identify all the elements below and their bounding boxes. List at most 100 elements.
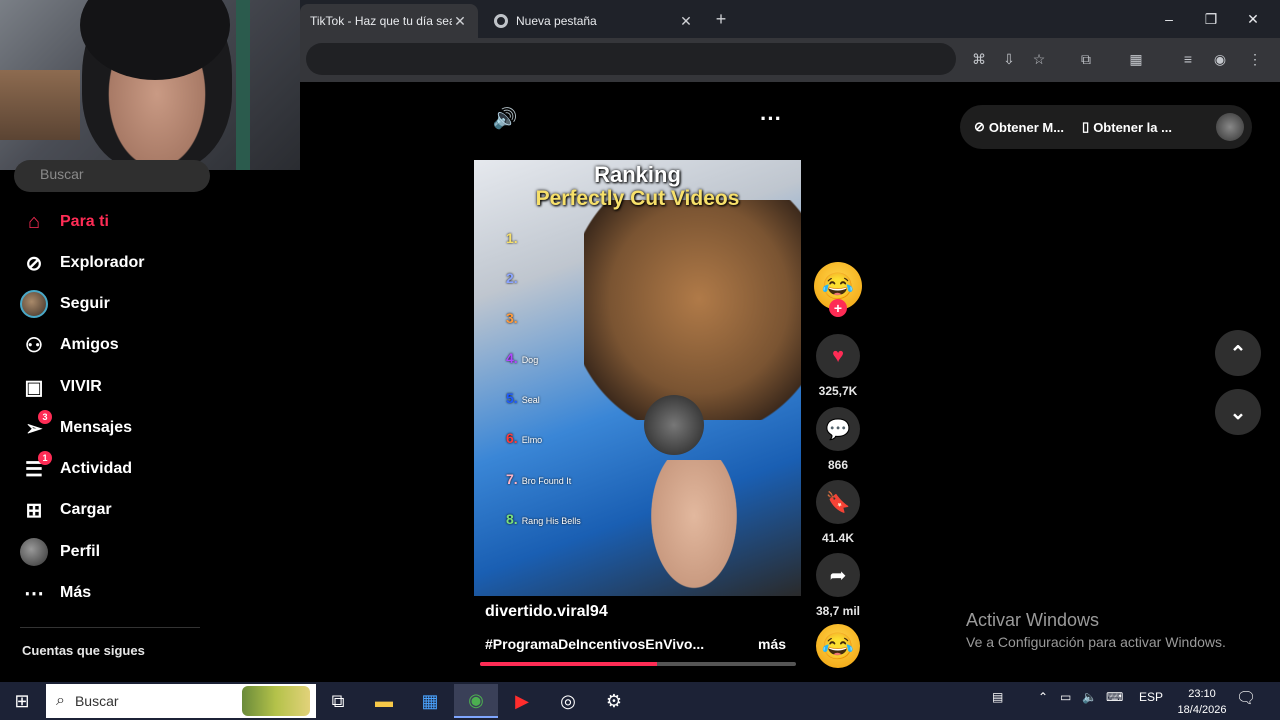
sidebar-item-amigos[interactable]: ⚇ Amigos <box>20 329 119 361</box>
share-button[interactable]: ➦ <box>816 553 860 597</box>
upload-icon: ⊞ <box>25 499 43 522</box>
sidebar-item-label: Cargar <box>60 501 112 518</box>
translate-icon[interactable]: ⌘ <box>968 48 990 70</box>
task-view-icon[interactable]: ⧉ <box>316 684 360 718</box>
chrome-taskbar-icon[interactable]: ◉ <box>454 684 498 718</box>
language-indicator[interactable]: ESP <box>1139 690 1163 704</box>
settings-gear-icon[interactable]: ⚙ <box>592 684 636 718</box>
bookmark-star-icon[interactable]: ☆ <box>1028 48 1050 70</box>
tab-tiktok[interactable]: TikTok - Haz que tu día sea e ✕ <box>300 4 478 38</box>
search-highlight-image <box>242 686 310 716</box>
youtube-icon[interactable]: ▶ <box>500 684 544 718</box>
restore-button[interactable]: ❐ <box>1196 8 1226 30</box>
save-button[interactable]: 🔖 <box>816 480 860 524</box>
ranking-label: Elmo <box>521 435 543 445</box>
minimize-button[interactable]: – <box>1154 8 1184 30</box>
like-button[interactable]: ♥ <box>816 334 860 378</box>
more-description-link[interactable]: más <box>758 636 786 652</box>
notification-badge: 1 <box>38 451 52 465</box>
sidebar-item-label: Perfil <box>60 543 101 560</box>
comment-button[interactable]: 💬 <box>816 407 860 451</box>
volume-icon[interactable]: 🔊 <box>492 106 518 130</box>
ranking-number: 3. <box>506 310 518 326</box>
get-mobile-app-button[interactable]: ▯ Obtener la ... <box>1082 119 1172 135</box>
profile-icon[interactable]: ◉ <box>1209 48 1231 70</box>
apps-icon[interactable]: ▦ <box>1125 48 1147 70</box>
microphone-image <box>644 395 704 455</box>
network-icon[interactable]: ▭ <box>1060 690 1071 704</box>
activity-icon: ☰ 1 <box>20 451 52 483</box>
video-progress-bar[interactable] <box>480 662 796 666</box>
taskbar-clock[interactable]: 23:10 18/4/2026 <box>1172 686 1232 718</box>
app-icon: ⊘ <box>974 119 985 134</box>
new-tab-button[interactable]: + <box>710 8 732 30</box>
webcam-overlay <box>0 0 300 170</box>
action-center-icon[interactable]: 🗨 <box>1236 688 1256 708</box>
sidebar-item-mas[interactable]: ⋯ Más <box>20 577 91 609</box>
keyboard-icon[interactable]: ⌨ <box>1106 690 1123 704</box>
windows-start-icon[interactable]: ⊞ <box>0 682 44 720</box>
background-shelf <box>0 70 80 140</box>
more-options-icon[interactable]: ··· <box>758 106 784 131</box>
sidebar-item-mensajes[interactable]: ➢ 3 Mensajes <box>20 410 133 444</box>
ranking-label: Dog <box>521 355 539 365</box>
sidebar-item-explorador[interactable]: ⊘ Explorador <box>20 247 145 279</box>
taskbar-search[interactable]: ⌕ Buscar <box>46 684 316 718</box>
video-author[interactable]: divertido.viral94 <box>485 603 608 621</box>
sidebar-item-label: Más <box>60 584 92 601</box>
friends-icon: ⚇ <box>25 334 43 357</box>
like-count: 325,7K <box>818 384 858 398</box>
get-mobile-label: Obtener la ... <box>1093 119 1172 135</box>
ranking-item: 1. <box>506 230 518 246</box>
ranking-number: 5. <box>506 390 518 406</box>
video-description[interactable]: #ProgramaDeIncentivosEnVivo... <box>485 636 705 652</box>
chevron-up-icon[interactable]: ⌃ <box>1038 690 1048 704</box>
video-player[interactable]: Ranking Perfectly Cut Videos 1. 2. 3. 4. Dog… <box>474 160 801 596</box>
sidebar-item-cargar[interactable]: ⊞ Cargar <box>20 494 112 526</box>
get-app-button[interactable]: ⊘ Obtener M... <box>974 119 1064 135</box>
store-icon[interactable]: ▦ <box>408 684 452 718</box>
video-progress-fill <box>480 662 657 666</box>
clock-time: 23:10 <box>1188 688 1216 700</box>
sidebar-item-actividad[interactable]: ☰ 1 Actividad <box>20 451 132 485</box>
media-control-icon[interactable]: ≡ <box>1177 48 1199 70</box>
tab-title: TikTok - Haz que tu día sea e <box>310 14 452 28</box>
sidebar-item-para-ti[interactable]: ⌂ Para ti <box>20 206 109 238</box>
sidebar-item-label: Mensajes <box>60 419 133 436</box>
previous-video-button[interactable]: ⌃ <box>1215 330 1261 376</box>
ranking-item: 7. Bro Found It <box>506 471 571 487</box>
video-overlay-subtitle: Perfectly Cut Videos <box>535 187 740 210</box>
phone-icon: ▯ <box>1082 119 1090 134</box>
tab-new-tab[interactable]: Nueva pestaña ✕ <box>484 4 704 38</box>
sidebar-item-label: Explorador <box>60 254 145 271</box>
sidebar-item-seguir[interactable]: Seguir <box>20 288 110 320</box>
ranking-item: 4. Dog <box>506 350 538 366</box>
ranking-label: Bro Found It <box>521 476 572 486</box>
compass-icon: ⊘ <box>25 252 43 275</box>
ranking-number: 8. <box>506 511 518 527</box>
profile-avatar <box>20 538 48 566</box>
file-explorer-icon[interactable]: ▬ <box>362 684 406 718</box>
search-icon: ⌕ <box>56 692 65 709</box>
next-video-button[interactable]: ⌄ <box>1215 389 1261 435</box>
sidebar-item-vivir[interactable]: ▣ VIVIR <box>20 371 102 403</box>
more-dots-icon: ⋯ <box>24 582 44 605</box>
extensions-icon[interactable]: ⧉ <box>1075 48 1097 70</box>
address-bar[interactable] <box>306 43 956 75</box>
install-icon[interactable]: ⇩ <box>998 48 1020 70</box>
sidebar-item-perfil[interactable]: Perfil <box>20 536 100 568</box>
close-tab-icon[interactable]: ✕ <box>678 13 694 30</box>
speaker-icon[interactable]: 🔈 <box>1082 690 1097 704</box>
close-tab-icon[interactable]: ✕ <box>452 13 468 30</box>
close-window-button[interactable]: ✕ <box>1238 8 1268 30</box>
get-app-pill: ⊘ Obtener M... ▯ Obtener la ... <box>960 105 1252 149</box>
follow-plus-button[interactable]: + <box>829 299 847 317</box>
sound-disc-icon[interactable]: 😂 <box>816 624 860 668</box>
home-icon: ⌂ <box>27 210 41 233</box>
search-input[interactable]: Buscar <box>14 160 210 192</box>
comment-count: 866 <box>827 458 849 472</box>
notification-area-icon[interactable]: ▤ <box>992 690 1003 704</box>
obs-icon[interactable]: ◎ <box>546 684 590 718</box>
browser-menu-icon[interactable]: ⋮ <box>1244 48 1266 70</box>
user-avatar[interactable] <box>1216 113 1244 141</box>
